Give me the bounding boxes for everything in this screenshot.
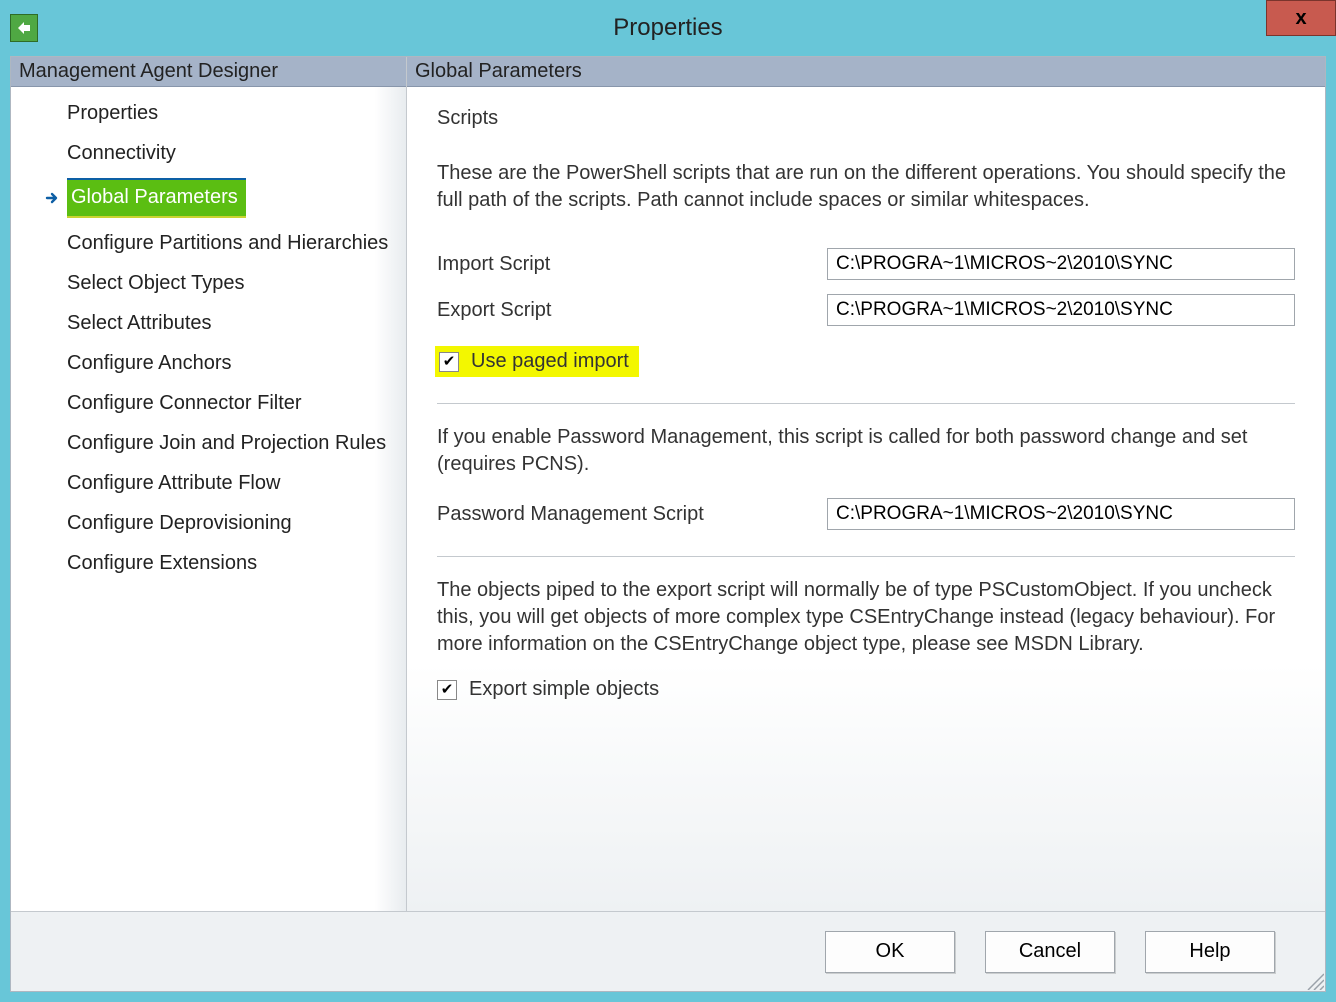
body-area: Management Agent Designer Properties Con… (10, 56, 1326, 992)
arrow-right-icon (45, 190, 61, 206)
nav-item-global-parameters[interactable]: Global Parameters (17, 173, 404, 223)
use-paged-import-checkbox[interactable] (439, 352, 459, 372)
export-objects-description: The objects piped to the export script w… (437, 577, 1295, 658)
titlebar: Properties x (0, 0, 1336, 56)
import-script-input[interactable] (827, 248, 1295, 280)
password-mgmt-description: If you enable Password Management, this … (437, 424, 1295, 478)
ok-button[interactable]: OK (825, 931, 955, 973)
nav-item-configure-partitions[interactable]: Configure Partitions and Hierarchies (17, 223, 404, 263)
export-simple-checkbox[interactable] (437, 680, 457, 700)
use-paged-import-label: Use paged import (471, 350, 629, 373)
close-icon: x (1295, 7, 1306, 30)
divider-2 (437, 556, 1295, 557)
help-button[interactable]: Help (1145, 931, 1275, 973)
app-icon (10, 14, 38, 42)
password-script-label: Password Management Script (437, 503, 827, 526)
password-script-row: Password Management Script (437, 498, 1295, 530)
nav-item-configure-join-projection[interactable]: Configure Join and Projection Rules (17, 423, 404, 463)
nav-item-select-object-types[interactable]: Select Object Types (17, 263, 404, 303)
window-title: Properties (0, 14, 1336, 42)
divider-1 (437, 403, 1295, 404)
export-simple-label: Export simple objects (469, 678, 659, 701)
export-script-label: Export Script (437, 299, 827, 322)
close-button[interactable]: x (1266, 0, 1336, 36)
use-paged-import-row: Use paged import (435, 346, 639, 377)
right-pane: Global Parameters Scripts These are the … (406, 57, 1325, 911)
import-script-row: Import Script (437, 248, 1295, 280)
cancel-button[interactable]: Cancel (985, 931, 1115, 973)
export-script-row: Export Script (437, 294, 1295, 326)
export-simple-row: Export simple objects (437, 678, 1295, 701)
split-container: Management Agent Designer Properties Con… (11, 57, 1325, 911)
content-area: Scripts These are the PowerShell scripts… (407, 87, 1325, 911)
left-pane-header: Management Agent Designer (11, 57, 406, 87)
scripts-heading: Scripts (437, 107, 1295, 130)
import-script-label: Import Script (437, 253, 827, 276)
nav-item-configure-connector-filter[interactable]: Configure Connector Filter (17, 383, 404, 423)
nav-item-configure-deprovisioning[interactable]: Configure Deprovisioning (17, 503, 404, 543)
nav-item-configure-extensions[interactable]: Configure Extensions (17, 543, 404, 583)
footer: OK Cancel Help (11, 911, 1325, 991)
export-script-input[interactable] (827, 294, 1295, 326)
nav-item-select-attributes[interactable]: Select Attributes (17, 303, 404, 343)
left-pane: Management Agent Designer Properties Con… (11, 57, 406, 911)
nav-item-configure-anchors[interactable]: Configure Anchors (17, 343, 404, 383)
nav-item-connectivity[interactable]: Connectivity (17, 133, 404, 173)
nav-item-configure-attribute-flow[interactable]: Configure Attribute Flow (17, 463, 404, 503)
window-frame: Properties x Management Agent Designer P… (0, 0, 1336, 1002)
scripts-description: These are the PowerShell scripts that ar… (437, 160, 1295, 214)
right-pane-header: Global Parameters (407, 57, 1325, 87)
password-script-input[interactable] (827, 498, 1295, 530)
nav-list: Properties Connectivity Global Parameter… (11, 87, 406, 911)
nav-item-properties[interactable]: Properties (17, 93, 404, 133)
